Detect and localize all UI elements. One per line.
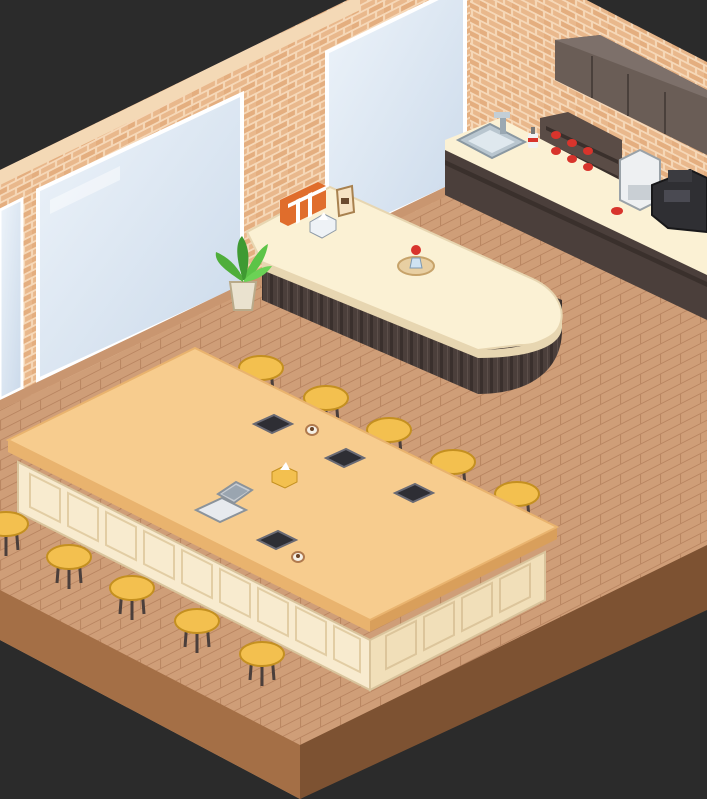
red-cup-icon xyxy=(567,139,577,147)
cafe-scene xyxy=(0,0,707,799)
red-cup-icon xyxy=(583,147,593,155)
coffee-cup-icon xyxy=(291,551,305,563)
cup-icon xyxy=(611,207,623,215)
window-left xyxy=(0,196,24,401)
red-cup-icon xyxy=(551,147,561,155)
coffee-cup-icon xyxy=(305,424,319,436)
red-cup-icon xyxy=(567,155,577,163)
red-cup-icon xyxy=(583,163,593,171)
red-cup-icon xyxy=(551,131,561,139)
menu-stand xyxy=(335,184,356,218)
